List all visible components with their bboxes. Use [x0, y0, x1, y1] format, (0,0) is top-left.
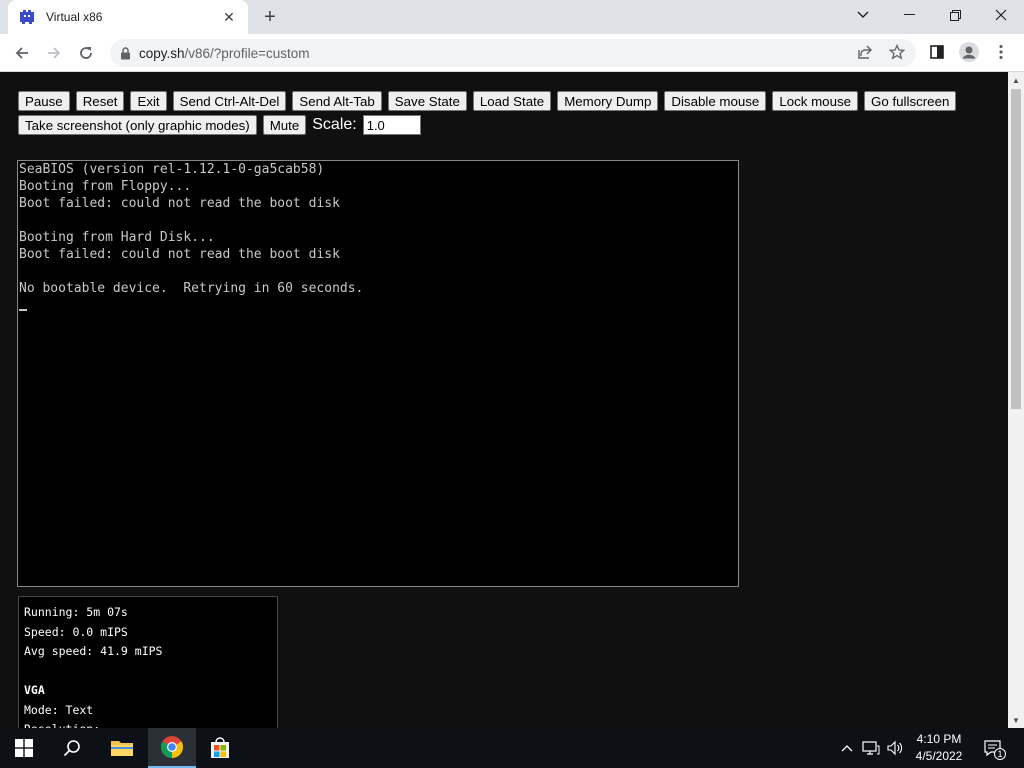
- scroll-down-arrow-icon[interactable]: ▼: [1008, 712, 1024, 728]
- screen-line: SeaBIOS (version rel-1.12.1-0-ga5cab58): [19, 162, 325, 177]
- reload-icon[interactable]: [74, 41, 98, 65]
- text-cursor: [18, 297, 738, 314]
- send-ctrl-alt-del-button[interactable]: Send Ctrl-Alt-Del: [172, 91, 287, 111]
- scroll-up-arrow-icon[interactable]: ▲: [1008, 72, 1024, 88]
- new-tab-icon[interactable]: +: [258, 6, 282, 28]
- chrome-taskbar-icon[interactable]: [148, 728, 196, 768]
- vga-heading: VGA: [24, 683, 45, 697]
- notification-count-badge: 1: [994, 748, 1006, 760]
- send-alt-tab-button[interactable]: Send Alt-Tab: [292, 91, 382, 111]
- go-fullscreen-button[interactable]: Go fullscreen: [864, 91, 957, 111]
- vga-resolution: Resolution:: [24, 720, 272, 728]
- url-host: copy.sh: [139, 45, 185, 61]
- page-scrollbar[interactable]: ▲ ▼: [1008, 72, 1024, 728]
- minimize-icon[interactable]: [886, 0, 932, 30]
- running-time: Running: 5m 07s: [24, 605, 128, 619]
- memory-dump-button[interactable]: Memory Dump: [557, 91, 659, 111]
- screen-line: Booting from Floppy...: [19, 179, 192, 194]
- lock-icon[interactable]: [120, 46, 131, 60]
- bookmark-star-icon[interactable]: [886, 41, 908, 63]
- tab-strip: Virtual x86 ✕ +: [0, 0, 1024, 34]
- url-path: /v86/?profile=custom: [184, 45, 310, 61]
- emulator-screen[interactable]: SeaBIOS (version rel-1.12.1-0-ga5cab58) …: [17, 160, 739, 587]
- more-menu-icon[interactable]: [990, 41, 1012, 63]
- browser-toolbar: copy.sh/v86/?profile=custom: [0, 34, 1024, 72]
- scale-input[interactable]: [362, 115, 421, 135]
- address-bar[interactable]: copy.sh/v86/?profile=custom: [110, 39, 916, 67]
- control-buttons-row-1: Pause Reset Exit Send Ctrl-Alt-Del Send …: [18, 91, 957, 111]
- vga-mode: Mode: Text: [24, 702, 94, 717]
- disable-mouse-button[interactable]: Disable mouse: [664, 91, 767, 111]
- screen-line: Booting from Hard Disk...: [19, 230, 215, 245]
- network-icon[interactable]: [860, 728, 882, 768]
- profile-avatar-icon[interactable]: [958, 41, 980, 63]
- show-hidden-icons-chevron-up-icon[interactable]: [838, 728, 856, 768]
- windows-taskbar: 4:10 PM 4/5/2022 1: [0, 728, 1024, 768]
- screen-line: [18, 263, 738, 280]
- reset-button[interactable]: Reset: [75, 91, 125, 111]
- exit-button[interactable]: Exit: [130, 91, 167, 111]
- speed: Speed: 0.0 mIPS: [24, 624, 128, 639]
- scale-label: Scale:: [312, 116, 357, 133]
- control-buttons-row-2: Take screenshot (only graphic modes) Mut…: [18, 115, 421, 135]
- back-arrow-icon[interactable]: [10, 41, 34, 65]
- load-state-button[interactable]: Load State: [472, 91, 552, 111]
- pause-button[interactable]: Pause: [18, 91, 70, 111]
- scroll-thumb[interactable]: [1011, 89, 1021, 409]
- share-icon[interactable]: [854, 41, 876, 63]
- screen-line: No bootable device. Retrying in 60 secon…: [19, 281, 364, 296]
- search-icon[interactable]: [48, 728, 96, 768]
- clock-date: 4/5/2022: [915, 749, 963, 763]
- notification-center-icon[interactable]: 1: [980, 728, 1006, 768]
- browser-tab[interactable]: Virtual x86 ✕: [8, 0, 248, 34]
- side-panel-icon[interactable]: [926, 41, 948, 63]
- v86-favicon-icon: [18, 8, 36, 26]
- tab-title: Virtual x86: [46, 10, 103, 24]
- windows-start-icon[interactable]: [0, 728, 48, 768]
- close-window-icon[interactable]: [978, 0, 1024, 30]
- volume-icon[interactable]: [884, 728, 906, 768]
- store-icon[interactable]: [196, 728, 244, 768]
- clock-time: 4:10 PM: [916, 732, 962, 746]
- file-explorer-icon[interactable]: [98, 728, 146, 768]
- screen-line: Boot failed: could not read the boot dis…: [19, 247, 340, 262]
- screen-line: [18, 212, 738, 229]
- screen-line: Boot failed: could not read the boot dis…: [19, 196, 340, 211]
- tab-search-chevron-down-icon[interactable]: [840, 0, 886, 30]
- runtime-stats-panel: Running: 5m 07s Speed: 0.0 mIPS Avg spee…: [18, 596, 278, 728]
- take-screenshot-button[interactable]: Take screenshot (only graphic modes): [18, 115, 257, 135]
- window-controls: [840, 0, 1024, 30]
- restore-icon[interactable]: [932, 0, 978, 30]
- close-tab-icon[interactable]: ✕: [220, 8, 238, 26]
- mute-button[interactable]: Mute: [262, 115, 307, 135]
- lock-mouse-button[interactable]: Lock mouse: [772, 91, 859, 111]
- avg-speed: Avg speed: 41.9 mIPS: [24, 644, 163, 658]
- save-state-button[interactable]: Save State: [387, 91, 467, 111]
- forward-arrow-icon[interactable]: [42, 41, 66, 65]
- taskbar-clock[interactable]: 4:10 PM 4/5/2022: [904, 731, 974, 765]
- v86-page: Pause Reset Exit Send Ctrl-Alt-Del Send …: [0, 72, 1008, 728]
